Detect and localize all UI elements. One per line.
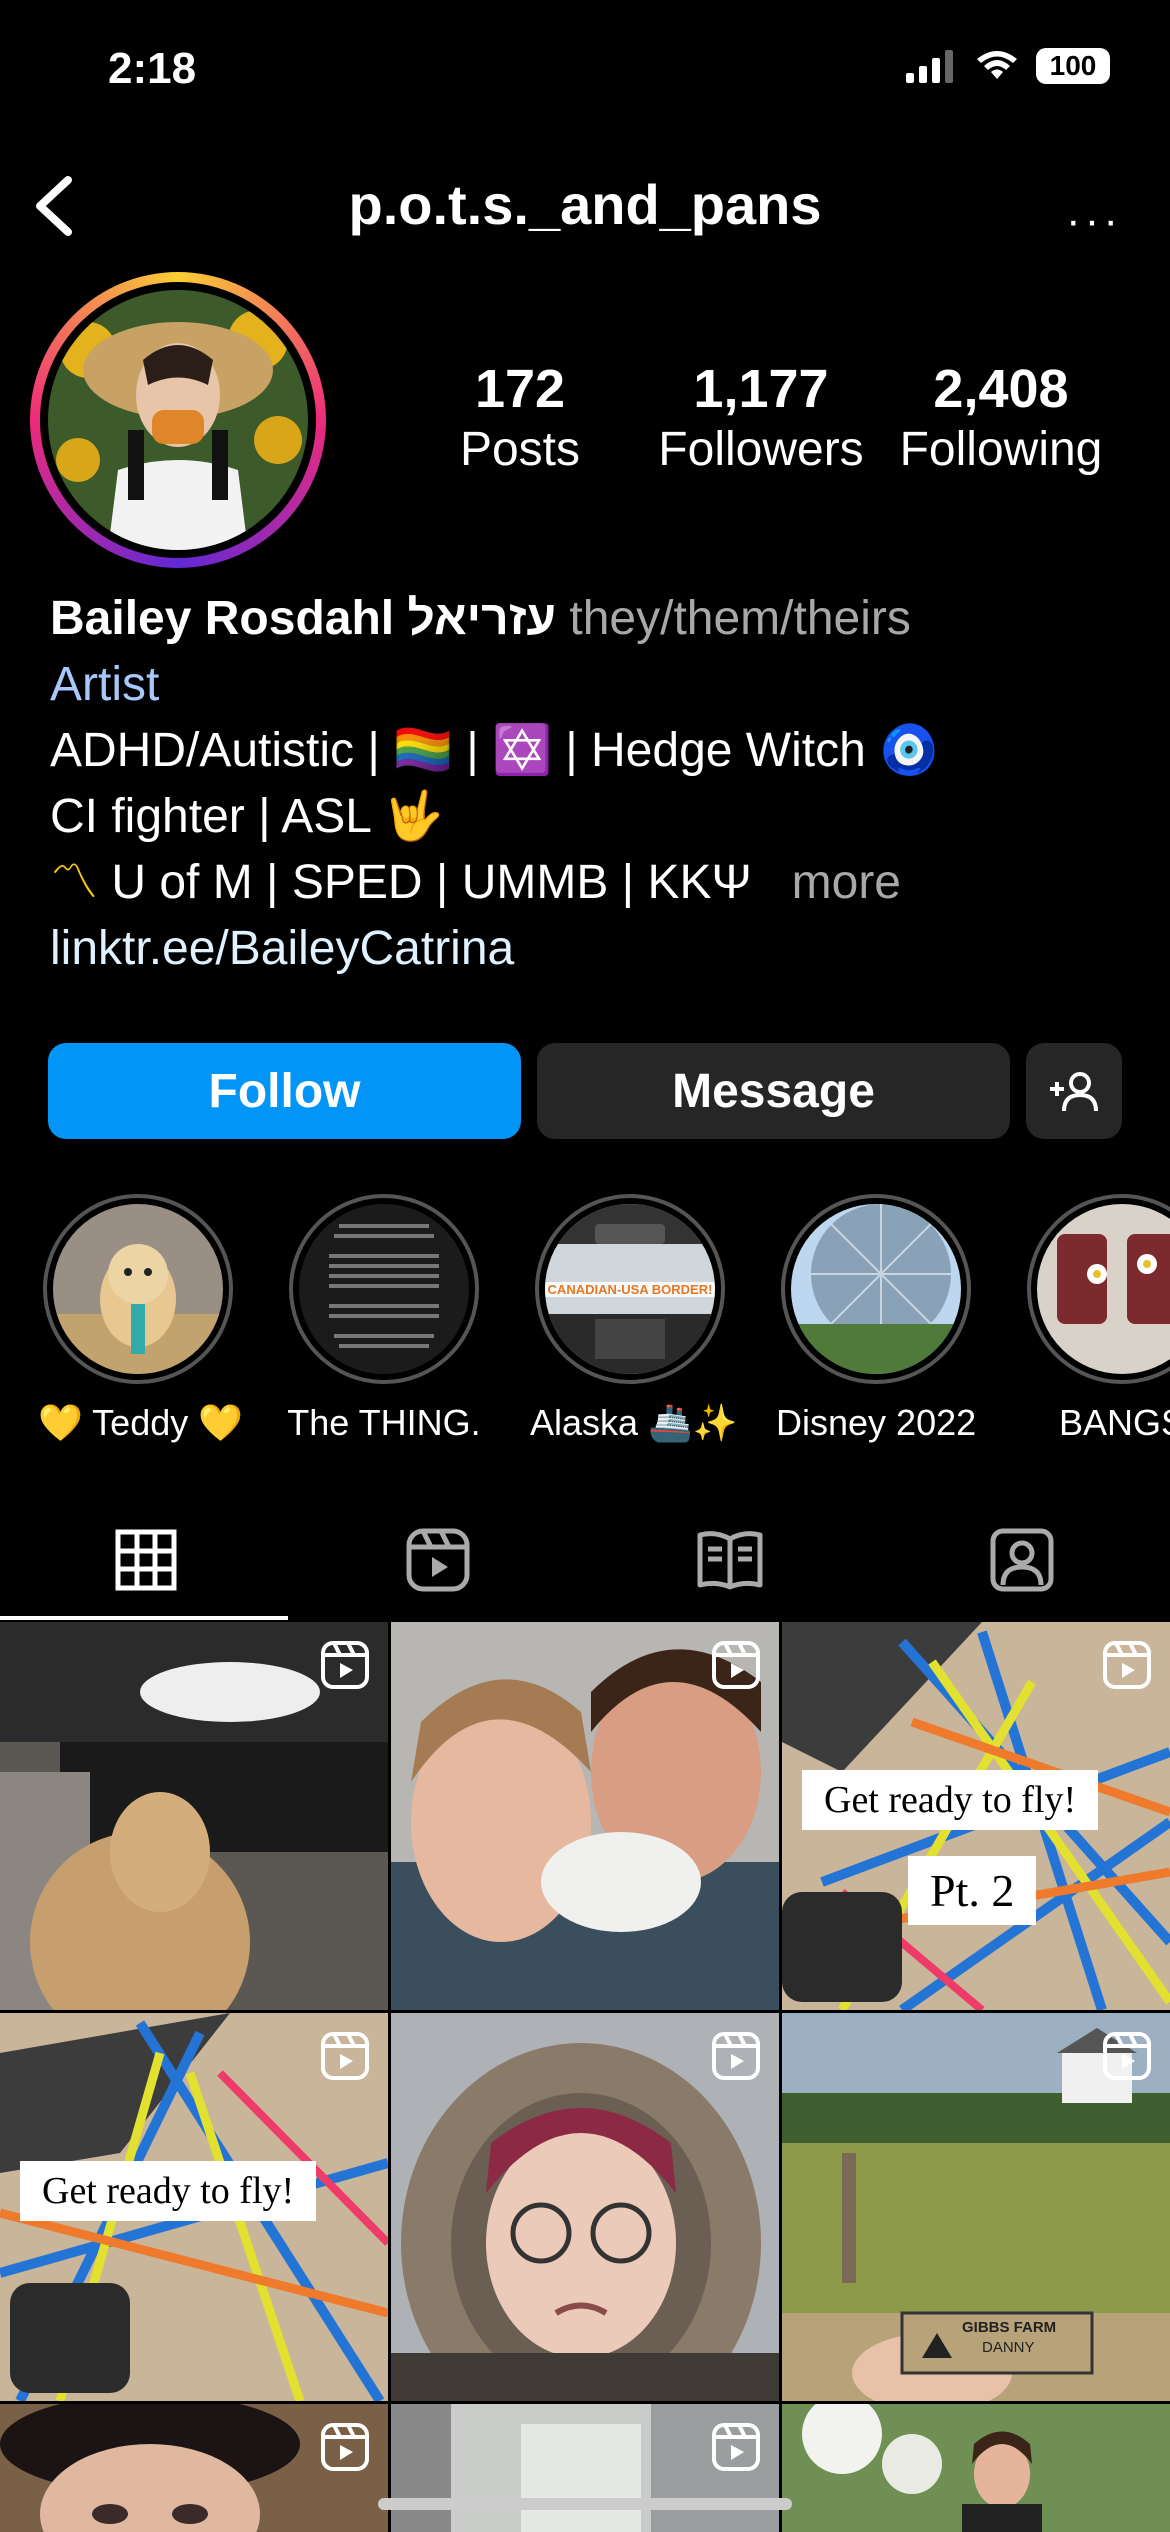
following-label: Following: [899, 423, 1103, 477]
tab-guides[interactable]: [584, 1500, 876, 1620]
followers-value: 1,177: [693, 359, 829, 419]
profile-tab-bar: [0, 1500, 1170, 1620]
profile-username: p.o.t.s._and_pans: [348, 173, 822, 236]
highlight-label: The THING.: [287, 1402, 481, 1443]
grid-post[interactable]: [391, 1622, 779, 2010]
post-caption-text: Pt. 2: [908, 1856, 1037, 1925]
highlight-alaska[interactable]: CANADIAN-USA BORDER! Alaska 🚢✨: [530, 1194, 738, 1444]
active-tab-indicator: [0, 1616, 288, 1620]
reel-badge-icon: [1103, 1641, 1151, 1689]
grid-post[interactable]: GIBBS FARM DANNY: [782, 2013, 1170, 2401]
followers-label: Followers: [658, 423, 864, 477]
highlight-disney-2022[interactable]: Disney 2022: [776, 1194, 976, 1444]
highlight-label: Alaska 🚢✨: [530, 1402, 738, 1443]
post-caption-text: Get ready to fly!: [802, 1770, 1099, 1830]
highlight-the-thing[interactable]: The THING.: [284, 1194, 484, 1444]
rainbow-flag-icon: 🏳️‍🌈: [393, 724, 453, 777]
nazar-amulet-icon: 🧿: [879, 724, 939, 777]
reel-badge-icon: [1103, 2032, 1151, 2080]
highlight-label: Disney 2022: [776, 1402, 977, 1443]
grid-post[interactable]: [391, 2013, 779, 2401]
post-caption-text: Get ready to fly!: [20, 2161, 317, 2221]
category-label: Artist: [50, 658, 160, 711]
grid-post[interactable]: [782, 2404, 1170, 2532]
posts-value: 172: [474, 359, 566, 419]
reel-badge-icon: [712, 1641, 760, 1689]
bio-line-2: CI fighter | ASL 🤟: [50, 790, 444, 843]
reel-badge-icon: [712, 2032, 760, 2080]
display-name: Bailey Rosdahl עזריאל: [50, 592, 557, 645]
love-you-hand-icon: 🤟: [383, 790, 444, 843]
sign-name-text: DANNY: [982, 2339, 1035, 2356]
reel-badge-icon: [321, 1641, 369, 1689]
posts-count: 172 Posts: [440, 359, 600, 482]
follow-button[interactable]: Follow: [48, 1043, 521, 1139]
bio-line-1: ADHD/Autistic | 🏳️‍🌈 | ✡️ | Hedge Witch …: [50, 724, 939, 777]
profile-bio: Bailey Rosdahl עזריאל they/them/theirs A…: [50, 586, 1130, 982]
highlight-label: 💛 Teddy 💛: [38, 1402, 244, 1443]
status-icons: 100: [906, 48, 1110, 84]
highlight-teddy[interactable]: 💛 Teddy 💛: [38, 1194, 244, 1444]
highlight-bangs[interactable]: BANGS: [1022, 1194, 1170, 1444]
reel-badge-icon: [321, 2423, 369, 2471]
status-time: 2:18: [108, 44, 197, 93]
battery-indicator: 100: [1036, 48, 1110, 84]
tab-tagged[interactable]: [876, 1500, 1168, 1620]
sign-title-text: GIBBS FARM: [962, 2319, 1057, 2336]
followers-count[interactable]: 1,177 Followers: [646, 359, 876, 482]
profile-avatar[interactable]: [30, 272, 326, 568]
michigan-m-icon: 〽: [50, 856, 99, 909]
grid-post[interactable]: [0, 1622, 388, 2010]
following-count[interactable]: 2,408 Following: [886, 359, 1116, 482]
following-value: 2,408: [933, 359, 1069, 419]
highlight-cover: [53, 1204, 223, 1374]
cellular-signal-icon: [906, 50, 953, 83]
bio-line-3: 〽 U of M | SPED | UMMB | KKΨ more: [50, 856, 901, 909]
more-options-icon[interactable]: ···: [1066, 196, 1122, 246]
post-thumbnail: [782, 2404, 1170, 2532]
grid-post[interactable]: [391, 2404, 779, 2532]
add-person-icon: [1050, 1072, 1098, 1112]
reel-badge-icon: [321, 2032, 369, 2080]
highlight-cover: [791, 1204, 961, 1374]
highlight-banner-text: CANADIAN-USA BORDER!: [545, 1282, 715, 1297]
bio-external-link[interactable]: linktr.ee/BaileyCatrina: [50, 916, 1130, 982]
avatar-photo: [48, 290, 308, 550]
tab-posts-grid[interactable]: [0, 1500, 292, 1620]
bio-more-link[interactable]: more: [792, 856, 901, 909]
tab-reels[interactable]: [292, 1500, 584, 1620]
wifi-icon: [977, 51, 1017, 79]
suggested-accounts-button[interactable]: [1026, 1043, 1122, 1139]
highlight-cover: [1037, 1204, 1170, 1374]
message-button[interactable]: Message: [537, 1043, 1010, 1139]
grid-post[interactable]: Get ready to fly!: [0, 2013, 388, 2401]
posts-label: Posts: [459, 423, 581, 477]
home-indicator[interactable]: [378, 2498, 792, 2510]
reels-icon: [406, 1528, 470, 1592]
grid-icon: [115, 1529, 177, 1591]
guides-icon: [697, 1531, 763, 1590]
tagged-icon: [990, 1528, 1054, 1592]
highlight-cover: [299, 1204, 469, 1374]
pronouns: they/them/theirs: [569, 592, 911, 645]
reel-badge-icon: [712, 2423, 760, 2471]
grid-post[interactable]: Get ready to fly! Pt. 2: [782, 1622, 1170, 2010]
highlight-label: BANGS: [1058, 1402, 1170, 1443]
grid-post[interactable]: [0, 2404, 388, 2532]
star-of-david-icon: ✡️: [492, 724, 552, 777]
